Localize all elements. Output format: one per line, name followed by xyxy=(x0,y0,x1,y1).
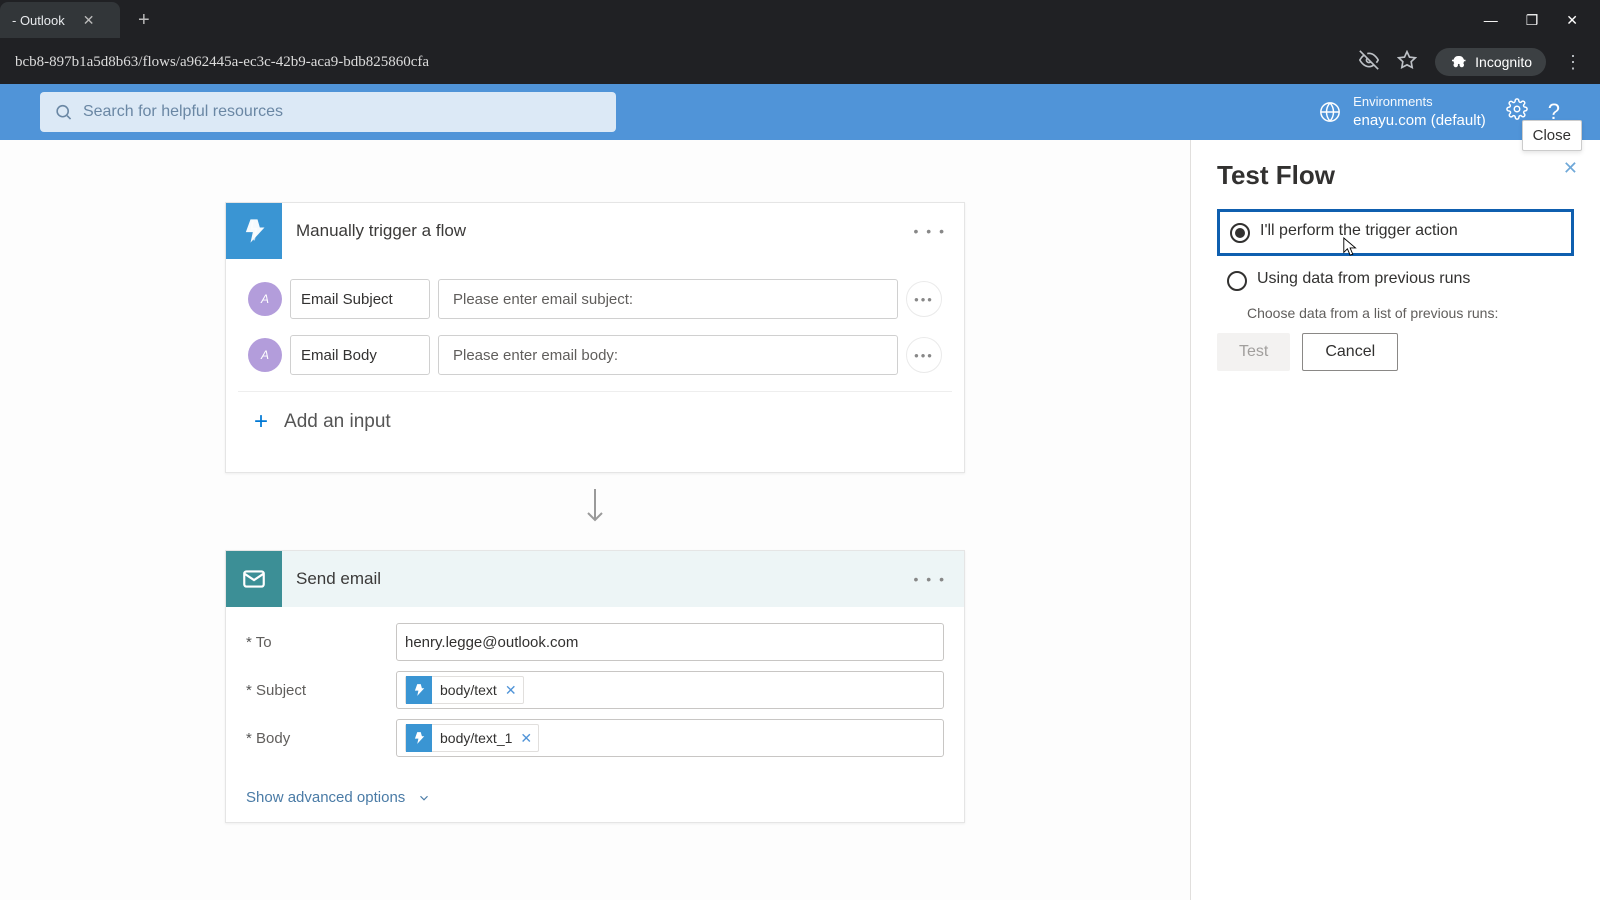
cancel-button[interactable]: Cancel xyxy=(1302,333,1398,371)
dynamic-token[interactable]: body/text_1 ✕ xyxy=(405,724,539,752)
trigger-card-menu[interactable]: • • • xyxy=(896,223,964,239)
search-input[interactable] xyxy=(83,103,602,121)
tab-title: - Outlook xyxy=(12,13,65,28)
input-name[interactable]: Email Subject xyxy=(290,279,430,319)
url-text[interactable]: bcb8-897b1a5d8b63/flows/a962445a-ec3c-42… xyxy=(10,54,429,71)
action-card-title: Send email xyxy=(282,569,896,589)
token-icon xyxy=(406,676,432,704)
input-row-menu[interactable]: ••• xyxy=(906,337,942,373)
address-bar: bcb8-897b1a5d8b63/flows/a962445a-ec3c-42… xyxy=(0,40,1600,84)
show-advanced-toggle[interactable]: Show advanced options xyxy=(226,779,964,822)
body-label: * Body xyxy=(246,730,396,747)
incognito-label: Incognito xyxy=(1475,54,1532,70)
browser-menu-icon[interactable]: ⋮ xyxy=(1564,52,1582,73)
action-card-menu[interactable]: • • • xyxy=(896,571,964,587)
radio-option-manual[interactable]: I'll perform the trigger action xyxy=(1217,209,1574,256)
trigger-icon xyxy=(226,203,282,259)
trigger-card-header[interactable]: Manually trigger a flow • • • xyxy=(226,203,964,259)
browser-tab-strip: - Outlook ✕ + — ❐ ✕ xyxy=(0,0,1600,40)
input-name[interactable]: Email Body xyxy=(290,335,430,375)
subject-field[interactable]: body/text ✕ xyxy=(396,671,944,709)
environment-label: Environments xyxy=(1353,94,1486,111)
to-field[interactable]: henry.legge@outlook.com xyxy=(396,623,944,661)
window-close-icon[interactable]: ✕ xyxy=(1566,12,1578,29)
panel-title: Test Flow xyxy=(1217,160,1574,191)
add-input-label: Add an input xyxy=(284,411,391,433)
input-value[interactable]: Please enter email subject: xyxy=(438,279,898,319)
input-row-menu[interactable]: ••• xyxy=(906,281,942,317)
flow-canvas: Manually trigger a flow • • • A Email Su… xyxy=(0,140,1190,900)
body-field[interactable]: body/text_1 ✕ xyxy=(396,719,944,757)
token-icon xyxy=(406,724,432,752)
star-icon[interactable] xyxy=(1397,50,1417,75)
dynamic-token[interactable]: body/text ✕ xyxy=(405,676,524,704)
text-input-icon: A xyxy=(248,338,282,372)
globe-icon xyxy=(1319,101,1341,123)
token-remove-icon[interactable]: ✕ xyxy=(505,682,523,699)
incognito-indicator[interactable]: Incognito xyxy=(1435,48,1546,76)
radio-option-previous[interactable]: Using data from previous runs xyxy=(1217,260,1574,301)
token-remove-icon[interactable]: ✕ xyxy=(520,730,538,747)
test-button[interactable]: Test xyxy=(1217,333,1290,371)
search-icon xyxy=(54,102,73,122)
trigger-card-title: Manually trigger a flow xyxy=(282,221,896,241)
trigger-input-row: A Email Subject Please enter email subje… xyxy=(248,279,942,319)
add-input-button[interactable]: + Add an input xyxy=(238,392,952,454)
search-box[interactable] xyxy=(40,92,616,132)
eye-off-icon[interactable] xyxy=(1359,50,1379,75)
radio-icon xyxy=(1230,223,1250,243)
form-row-subject: * Subject body/text ✕ xyxy=(246,671,944,709)
new-tab-button[interactable]: + xyxy=(138,9,150,32)
close-tooltip: Close xyxy=(1522,120,1582,151)
subject-label: * Subject xyxy=(246,682,396,699)
text-input-icon: A xyxy=(248,282,282,316)
environment-value: enayu.com (default) xyxy=(1353,111,1486,131)
to-label: * To xyxy=(246,634,396,651)
form-row-to: * To henry.legge@outlook.com xyxy=(246,623,944,661)
chevron-down-icon xyxy=(417,791,431,805)
flow-arrow-icon xyxy=(582,487,608,532)
environment-picker[interactable]: Environments enayu.com (default) xyxy=(1319,94,1486,130)
app-header: Environments enayu.com (default) ? xyxy=(0,84,1600,140)
form-row-body: * Body body/text_1 ✕ xyxy=(246,719,944,757)
panel-close-icon[interactable]: ✕ xyxy=(1563,158,1578,179)
trigger-card: Manually trigger a flow • • • A Email Su… xyxy=(225,202,965,473)
plus-icon: + xyxy=(254,408,268,436)
send-email-icon xyxy=(226,551,282,607)
radio-option-subtext: Choose data from a list of previous runs… xyxy=(1247,305,1574,321)
input-value[interactable]: Please enter email body: xyxy=(438,335,898,375)
window-restore-icon[interactable]: ❐ xyxy=(1526,12,1539,29)
window-minimize-icon[interactable]: — xyxy=(1484,12,1498,29)
action-card: Send email • • • * To henry.legge@outloo… xyxy=(225,550,965,823)
test-flow-panel: Close ✕ Test Flow I'll perform the trigg… xyxy=(1190,140,1600,900)
action-card-header[interactable]: Send email • • • xyxy=(226,551,964,607)
trigger-input-row: A Email Body Please enter email body: ••… xyxy=(248,335,942,375)
browser-tab[interactable]: - Outlook ✕ xyxy=(0,2,120,38)
radio-icon xyxy=(1227,271,1247,291)
tab-close-icon[interactable]: ✕ xyxy=(83,12,95,29)
